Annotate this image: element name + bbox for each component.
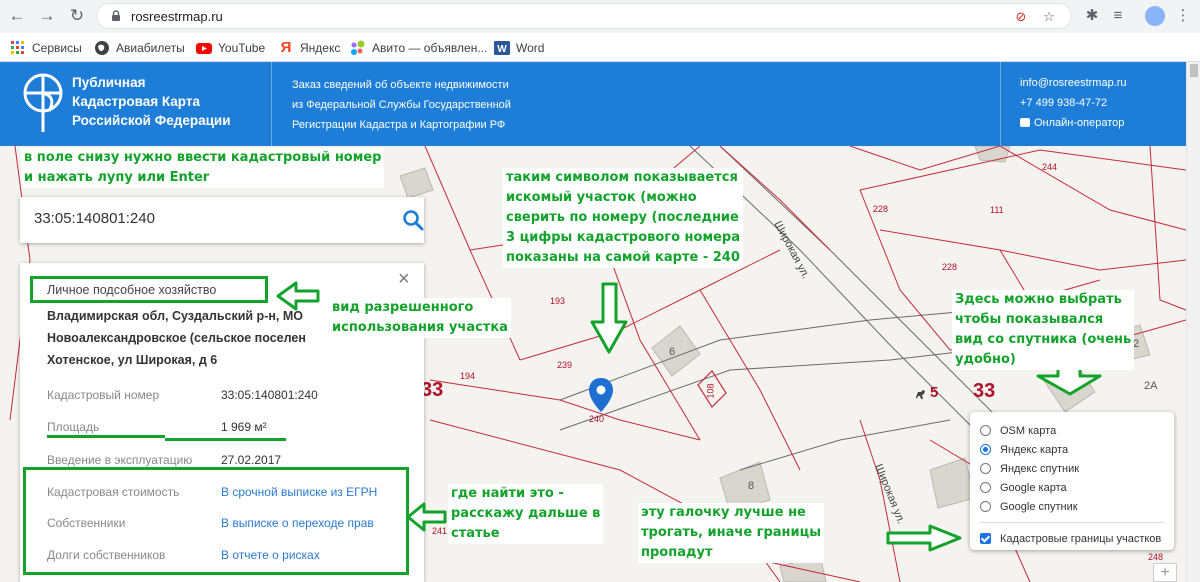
parcel-number: 244 bbox=[1042, 162, 1058, 172]
profile-avatar[interactable] bbox=[1145, 6, 1165, 26]
layer-option-google-satellite[interactable]: Google спутник bbox=[980, 497, 1164, 516]
radio-button[interactable] bbox=[980, 425, 991, 436]
parcel-number: 239 bbox=[557, 360, 573, 370]
header-divider bbox=[1000, 62, 1001, 146]
word-icon: W bbox=[494, 41, 510, 55]
globe-icon bbox=[95, 41, 109, 55]
blocked-popup-icon[interactable]: ⊘ bbox=[1013, 9, 1029, 25]
area-value: 1 969 м² bbox=[221, 420, 267, 434]
url-text: rosreestrmap.ru bbox=[131, 9, 223, 24]
layer-option-google-map[interactable]: Google карта bbox=[980, 478, 1164, 497]
bookmark-label: Яндекс bbox=[300, 41, 341, 55]
commissioning-label: Введение в эксплуатацию bbox=[47, 453, 193, 467]
parcel-number: 108 bbox=[705, 383, 716, 399]
menu-kebab-icon[interactable]: ⋮ bbox=[1172, 5, 1194, 27]
radio-button[interactable] bbox=[980, 463, 991, 474]
parcel-number: 248 bbox=[1148, 552, 1164, 562]
house-number: 6 bbox=[669, 346, 676, 358]
bookmark-yandex[interactable]: Я Яндекс bbox=[278, 38, 341, 58]
radio-button[interactable] bbox=[980, 501, 991, 512]
layer-option-osm[interactable]: OSM карта bbox=[980, 421, 1164, 440]
annotation-article-hint: где найти это - расскажу дальше в статье bbox=[448, 484, 604, 544]
header-divider bbox=[271, 62, 272, 146]
radio-button[interactable] bbox=[980, 482, 991, 493]
radio-button[interactable] bbox=[980, 444, 991, 455]
reading-list-icon[interactable]: ≡ bbox=[1107, 5, 1129, 27]
highlight-underline bbox=[165, 438, 286, 441]
bookmark-youtube[interactable]: YouTube bbox=[196, 38, 265, 58]
bookmark-flights[interactable]: Авиабилеты bbox=[94, 38, 185, 58]
area-label: Площадь bbox=[47, 420, 100, 434]
bookmark-label: YouTube bbox=[218, 41, 266, 55]
parcel-number: 193 bbox=[550, 296, 566, 306]
extensions-icon[interactable]: ✱ bbox=[1081, 5, 1103, 27]
search-input[interactable]: 33:05:140801:240 bbox=[34, 210, 155, 227]
parcel-number: 194 bbox=[460, 371, 476, 381]
phone-link[interactable]: +7 499 938-47-72 bbox=[1020, 93, 1127, 113]
parcel-number: 228 bbox=[942, 262, 958, 272]
avito-icon bbox=[351, 40, 365, 55]
bookmark-star-icon[interactable]: ☆ bbox=[1041, 9, 1057, 25]
quarter-number: 33 bbox=[973, 380, 996, 402]
dog-icon bbox=[916, 390, 925, 399]
commissioning-value: 27.02.2017 bbox=[221, 453, 282, 467]
page-scrollbar[interactable] bbox=[1186, 62, 1200, 582]
highlight-box bbox=[30, 276, 268, 303]
parcel-number: 228 bbox=[873, 204, 889, 214]
layer-option-yandex-map[interactable]: Яндекс карта bbox=[980, 440, 1164, 459]
highlight-box bbox=[23, 467, 409, 575]
search-bar: 33:05:140801:240 bbox=[20, 197, 424, 243]
annotation-satellite-hint: Здесь можно выбрать чтобы показывался ви… bbox=[952, 290, 1135, 370]
layer-switcher: OSM карта Яндекс карта Яндекс спутник Go… bbox=[970, 412, 1174, 550]
forward-icon[interactable]: → bbox=[36, 5, 58, 27]
house-number: 5 bbox=[930, 384, 939, 401]
parcel-number: 241 bbox=[432, 526, 448, 536]
bookmark-label: Авито — объявлен... bbox=[372, 41, 488, 55]
house-number: 8 bbox=[748, 480, 755, 492]
apps-grid-icon bbox=[11, 41, 24, 54]
contacts: info@rosreestrmap.ru +7 499 938-47-72 Он… bbox=[1020, 73, 1127, 133]
annotation-checkbox-hint: эту галочку лучше не трогать, иначе гран… bbox=[638, 503, 825, 563]
email-link[interactable]: info@rosreestrmap.ru bbox=[1020, 73, 1127, 93]
layer-option-yandex-satellite[interactable]: Яндекс спутник bbox=[980, 459, 1164, 478]
selected-parcel-marker-icon[interactable] bbox=[586, 376, 616, 416]
zoom-in-button[interactable]: + bbox=[1153, 563, 1177, 582]
bookmark-services[interactable]: Сервисы bbox=[10, 38, 82, 58]
address-bar[interactable]: rosreestrmap.ru ⊘ ☆ bbox=[96, 3, 1072, 29]
cadastral-boundaries-toggle[interactable]: Кадастровые границы участков bbox=[980, 529, 1164, 548]
search-icon[interactable] bbox=[402, 209, 424, 231]
chat-icon bbox=[1020, 118, 1030, 127]
scrollbar-thumb[interactable] bbox=[1190, 64, 1198, 77]
parcel-number: 111 bbox=[990, 205, 1004, 215]
chat-link[interactable]: Онлайн-оператор bbox=[1020, 113, 1127, 133]
brand-name[interactable]: Публичная Кадастровая Карта Российской Ф… bbox=[72, 73, 231, 130]
layer-divider bbox=[980, 522, 1164, 523]
annotation-marker-hint: таким символом показывается искомый учас… bbox=[503, 168, 743, 268]
house-number: 2А bbox=[1144, 380, 1158, 392]
svg-text:W: W bbox=[497, 44, 507, 55]
close-icon[interactable]: × bbox=[398, 268, 410, 291]
bookmark-word[interactable]: W Word bbox=[494, 38, 544, 58]
map-logo-icon[interactable] bbox=[22, 72, 64, 134]
reload-icon[interactable]: ↻ bbox=[66, 5, 88, 27]
cadastral-number-label: Кадастровый номер bbox=[47, 388, 160, 402]
highlight-underline bbox=[47, 435, 165, 438]
quarter-number: 33 bbox=[421, 379, 444, 401]
bookmarks-bar: Сервисы Авиабилеты YouTube Я Яндекс Авит… bbox=[0, 33, 1200, 62]
youtube-icon bbox=[196, 43, 212, 54]
annotation-usage-hint: вид разрешенного использования участка bbox=[329, 298, 511, 338]
yandex-icon: Я bbox=[280, 39, 292, 56]
checkbox[interactable] bbox=[980, 533, 991, 544]
browser-toolbar: ← → ↻ rosreestrmap.ru ⊘ ☆ ✱ ≡ ⋮ bbox=[0, 0, 1200, 33]
bookmark-avito[interactable]: Авито — объявлен... bbox=[350, 38, 487, 58]
annotation-search-hint: в поле снизу нужно ввести кадастровый но… bbox=[21, 148, 385, 188]
bookmark-label: Авиабилеты bbox=[116, 41, 185, 55]
site-header: Публичная Кадастровая Карта Российской Ф… bbox=[0, 62, 1186, 146]
bookmark-label: Сервисы bbox=[32, 41, 82, 55]
cadastral-number-value: 33:05:140801:240 bbox=[221, 388, 318, 402]
bookmark-label: Word bbox=[516, 41, 545, 55]
service-description: Заказ сведений об объекте недвижимости и… bbox=[292, 79, 511, 131]
lock-icon bbox=[112, 10, 120, 21]
back-icon[interactable]: ← bbox=[6, 5, 28, 27]
